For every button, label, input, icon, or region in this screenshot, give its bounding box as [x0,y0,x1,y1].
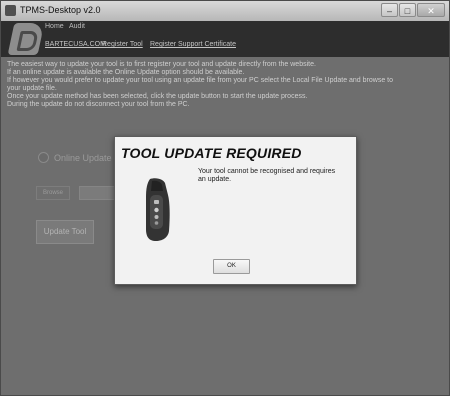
header-strip: BARTECUSA.COM Register Tool Register Sup… [1,23,449,57]
instruction-line: During the update do not disconnect your… [7,101,190,108]
update-tool-button[interactable]: Update Tool [36,220,94,244]
brand-link[interactable]: BARTECUSA.COM [45,41,106,48]
update-instructions: The easiest way to update your tool is t… [7,61,445,109]
dialog-title: TOOL UPDATE REQUIRED [121,145,302,161]
maximize-button[interactable]: □ [399,3,416,17]
register-support-certificate-link[interactable]: Register Support Certificate [150,41,236,48]
instruction-line: Once your update method has been selecte… [7,93,308,100]
tpms-tool-device-icon [146,178,170,241]
update-file-field[interactable] [79,186,119,200]
instruction-line: If an online update is available the Onl… [7,69,245,76]
dialog-message: Your tool cannot be recognised and requi… [198,168,336,183]
online-update-label: Online Update [54,152,112,163]
minimize-button[interactable]: – [381,3,398,17]
register-tool-link[interactable]: Register Tool [102,41,143,48]
online-update-radio[interactable] [38,152,49,163]
online-update-option[interactable]: Online Update [38,152,112,163]
menu-bar: Home Audit [1,21,449,35]
browse-button[interactable]: Browse [36,186,70,200]
app-icon [5,5,16,16]
menu-item-home[interactable]: Home [45,23,64,30]
close-button[interactable]: ✕ [417,3,445,17]
instruction-line: If however you would prefer to update yo… [7,77,393,84]
tool-update-required-dialog: TOOL UPDATE REQUIRED Your tool cannot be… [114,136,357,285]
bartec-logo [7,23,45,55]
ok-button[interactable]: OK [213,259,250,274]
instruction-line: your update file. [7,85,57,92]
window-controls: – □ ✕ [381,3,445,18]
instruction-line: The easiest way to update your tool is t… [7,61,316,68]
title-bar[interactable]: TPMS-Desktop v2.0 – □ ✕ [1,1,449,22]
application-window: TPMS-Desktop v2.0 – □ ✕ Home Audit BARTE… [0,0,450,396]
menu-item-audit[interactable]: Audit [69,23,85,30]
window-title: TPMS-Desktop v2.0 [20,5,101,15]
